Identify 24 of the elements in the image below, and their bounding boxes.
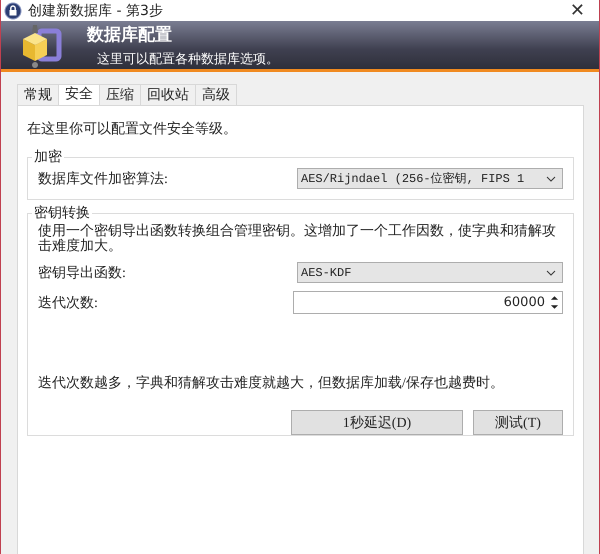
banner-title: 数据库配置: [87, 24, 173, 46]
field-label: 密钥导出函数:: [38, 264, 126, 282]
action-button[interactable]: 测试(T): [473, 410, 563, 435]
field-label: 迭代次数:: [38, 294, 98, 312]
chevron-down-icon: [546, 270, 556, 276]
close-button[interactable]: ✕: [564, 0, 591, 21]
window-title: 创建新数据库 - 第3步: [28, 2, 164, 20]
description-text: 使用一个密钥导出函数转换组合管理密钥。这增加了一个工作因数，使字典和猜解攻击难度加大。: [38, 224, 557, 254]
action-button[interactable]: 1秒延迟(D): [291, 410, 463, 435]
group-title: 加密: [33, 148, 63, 166]
banner-subtitle: 这里可以配置各种数据库选项。: [96, 50, 279, 68]
iterations-field[interactable]: 60000: [293, 291, 563, 314]
note-text: 迭代次数越多，字典和猜解攻击难度就越大，但数据库加载/保存也越费时。: [38, 374, 505, 392]
spin-down-icon[interactable]: [550, 304, 559, 310]
kdf-dropdown[interactable]: AES-KDF: [297, 262, 563, 283]
chevron-down-icon: [546, 176, 556, 182]
algorithm-dropdown[interactable]: AES/Rijndael (256-位密钥, FIPS 1: [297, 168, 563, 189]
group-title: 密钥转换: [33, 204, 91, 222]
field-label: 数据库文件加密算法:: [38, 170, 168, 188]
tab[interactable]: 常规: [17, 84, 59, 105]
tab[interactable]: 安全: [58, 84, 100, 105]
spin-up-icon[interactable]: [550, 295, 559, 301]
tab[interactable]: 高级: [195, 84, 237, 105]
intro-text: 在这里你可以配置文件安全等级。: [27, 120, 238, 138]
